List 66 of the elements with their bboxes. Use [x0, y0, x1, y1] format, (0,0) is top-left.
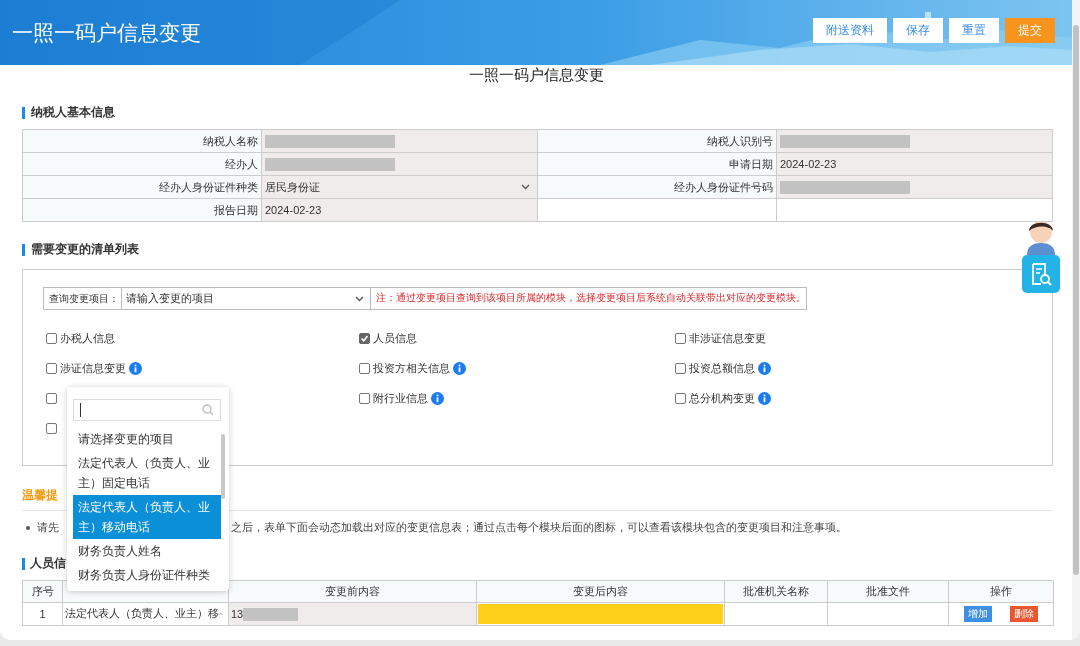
- dropdown-option[interactable]: 法定代表人（负责人、业主）固定电话: [73, 451, 221, 495]
- checkbox-label[interactable]: 总分机构变更: [689, 390, 755, 406]
- note-text: 注：通过变更项目查询到该项目所属的模块，选择变更项目后系统自动关联带出对应的变更模块。: [375, 291, 806, 305]
- chevron-down-icon: [355, 295, 364, 302]
- search-select-field[interactable]: 请输入变更的项目: [122, 288, 371, 309]
- checkbox-label[interactable]: 人员信息: [373, 330, 417, 346]
- toolbar-button[interactable]: 重置: [949, 17, 999, 43]
- field-value: 2024-02-23: [265, 204, 322, 216]
- field-label: 经办人身份证件号码: [538, 176, 777, 199]
- dropdown-option[interactable]: 财务负责人姓名: [73, 539, 221, 563]
- field-label: 纳税人识别号: [538, 130, 777, 153]
- checkbox-label[interactable]: 投资方相关信息: [373, 360, 450, 376]
- field-label: 纳税人名称: [23, 130, 262, 153]
- tips-title: 温馨提: [22, 487, 58, 504]
- dropdown-option[interactable]: 法定代表人（负责人、业主）移动电话: [73, 495, 221, 539]
- checkbox[interactable]: [675, 392, 686, 404]
- field-label: 经办人身份证件种类: [23, 176, 262, 199]
- checkbox[interactable]: [675, 332, 686, 344]
- checkbox[interactable]: [359, 332, 370, 344]
- checkbox-label[interactable]: 附行业信息: [373, 390, 428, 406]
- tip-text: 之后，表单下面会动态加载出对应的变更信息表；通过点击每个模块后面的图标，可以查看该模块包含的变更项目和注意事项。: [231, 520, 847, 535]
- info-icon[interactable]: [758, 391, 771, 405]
- checkbox[interactable]: [359, 392, 370, 404]
- column-header: 变更后内容: [573, 584, 628, 599]
- checkbox[interactable]: [359, 362, 370, 374]
- column-header: 变更前内容: [325, 584, 380, 599]
- toolbar-button[interactable]: 保存: [893, 17, 943, 43]
- column-header: 序号: [31, 584, 54, 599]
- search-icon: [202, 404, 214, 416]
- tip-text: 请先: [37, 520, 59, 535]
- field-label: 申请日期: [538, 153, 777, 176]
- column-header: 批准文件: [866, 584, 910, 599]
- checkbox[interactable]: [46, 422, 57, 434]
- checkbox[interactable]: [46, 392, 57, 404]
- table-cell: 1: [39, 608, 46, 620]
- input-field[interactable]: [477, 603, 724, 625]
- field-label: 报告日期: [23, 199, 262, 222]
- field-label: 查询变更项目：: [44, 288, 122, 309]
- bullet-icon: [26, 525, 30, 530]
- column-header: 操作: [990, 584, 1012, 599]
- section-title: 纳税人基本信息: [22, 104, 1053, 121]
- checkbox[interactable]: [46, 332, 57, 344]
- column-header: 批准机关名称: [743, 584, 809, 599]
- info-icon[interactable]: [453, 361, 466, 375]
- checkbox-label[interactable]: 涉证信息变更: [60, 360, 126, 376]
- delete-button[interactable]: 删除: [1010, 606, 1038, 622]
- info-icon[interactable]: [431, 391, 444, 405]
- checkbox-label[interactable]: 非涉证信息变更: [689, 330, 766, 346]
- scrollbar-thumb[interactable]: [1073, 25, 1079, 575]
- search-field[interactable]: [73, 399, 221, 421]
- info-icon[interactable]: [129, 361, 142, 375]
- scrollbar-thumb[interactable]: [221, 434, 225, 499]
- checkbox-label[interactable]: 办税人信息: [60, 330, 115, 346]
- checkbox[interactable]: [675, 362, 686, 374]
- select-field[interactable]: 法定代表人（负责人、业主）移: [63, 603, 228, 625]
- checkbox-label[interactable]: 投资总额信息: [689, 360, 755, 376]
- toolbar-button[interactable]: 附送资料: [813, 17, 887, 43]
- chevron-down-icon: [521, 184, 530, 190]
- field-value: 2024-02-23: [780, 158, 837, 170]
- app-title: 一照一码户信息变更: [12, 19, 202, 46]
- dropdown-option[interactable]: 请选择变更的项目: [73, 427, 221, 451]
- info-icon[interactable]: [758, 361, 771, 375]
- page-title: 一照一码户信息变更: [467, 66, 605, 83]
- field-label: 经办人: [23, 153, 262, 176]
- table-cell: 13: [231, 608, 244, 620]
- checkbox[interactable]: [46, 362, 57, 374]
